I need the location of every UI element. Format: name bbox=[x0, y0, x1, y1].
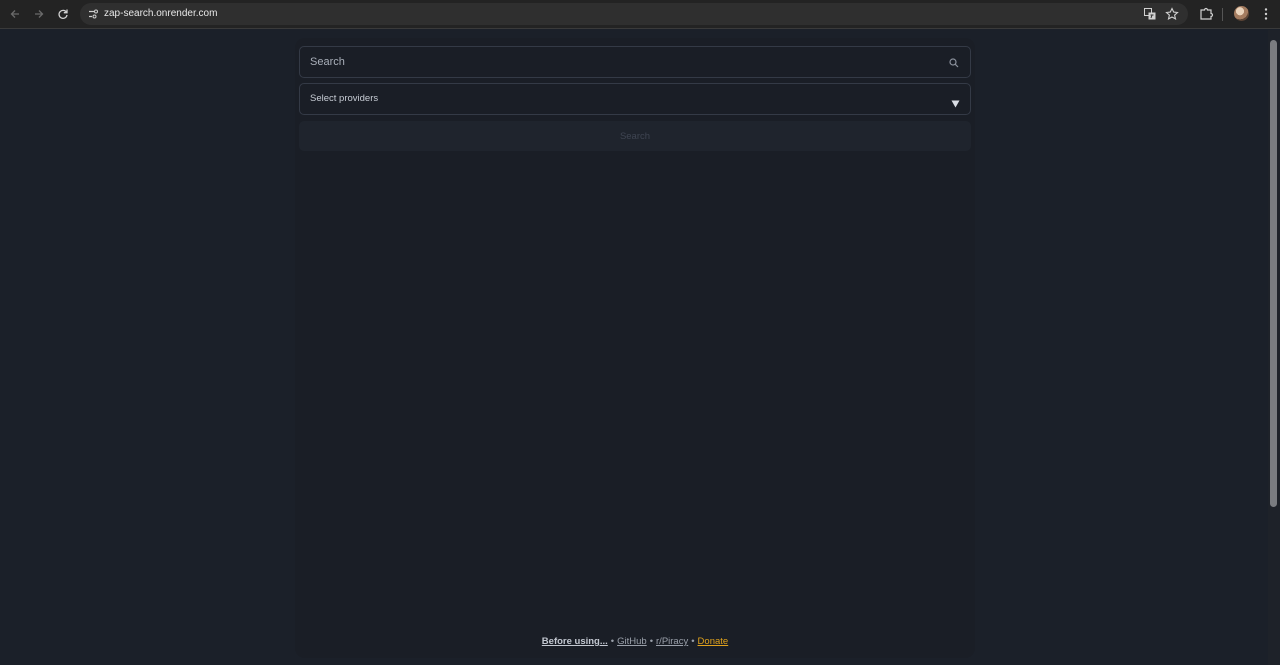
search-icon[interactable] bbox=[948, 56, 960, 68]
profile-avatar[interactable] bbox=[1234, 6, 1249, 21]
footer: Before using... • GitHub • r/Piracy • Donate bbox=[295, 636, 975, 647]
address-bar[interactable]: zap-search.onrender.com bbox=[80, 3, 1188, 25]
forward-icon[interactable] bbox=[31, 6, 47, 22]
site-info-icon[interactable] bbox=[86, 7, 100, 21]
extensions-icon[interactable] bbox=[1198, 6, 1214, 22]
search-input[interactable] bbox=[300, 47, 940, 77]
caret-down-icon bbox=[951, 95, 960, 108]
footer-separator: • bbox=[649, 636, 654, 647]
scrollbar-thumb[interactable] bbox=[1270, 40, 1277, 507]
search-panel: Select providers Search Before using...•… bbox=[295, 38, 975, 658]
search-box bbox=[299, 46, 971, 78]
bookmark-star-icon[interactable] bbox=[1165, 7, 1179, 21]
browser-toolbar: zap-search.onrender.com bbox=[0, 0, 1280, 29]
providers-label: Select providers bbox=[310, 93, 379, 104]
reload-icon[interactable] bbox=[55, 6, 71, 22]
scrollbar[interactable] bbox=[1268, 30, 1280, 665]
url-text: zap-search.onrender.com bbox=[104, 8, 218, 19]
footer-separator: • bbox=[610, 636, 615, 647]
reddit-link[interactable]: r/Piracy bbox=[656, 636, 688, 647]
menu-kebab-icon[interactable] bbox=[1258, 6, 1274, 22]
back-icon[interactable] bbox=[7, 6, 23, 22]
toolbar-divider bbox=[1222, 8, 1223, 21]
before-using-link[interactable]: Before using... bbox=[542, 636, 608, 647]
footer-separator: • bbox=[691, 636, 695, 647]
translate-icon[interactable] bbox=[1143, 7, 1157, 21]
search-button[interactable]: Search bbox=[299, 121, 971, 151]
page: Select providers Search Before using...•… bbox=[0, 30, 1268, 665]
donate-link[interactable]: Donate bbox=[698, 636, 729, 647]
providers-select[interactable]: Select providers bbox=[299, 83, 971, 115]
github-link[interactable]: GitHub bbox=[617, 636, 647, 647]
